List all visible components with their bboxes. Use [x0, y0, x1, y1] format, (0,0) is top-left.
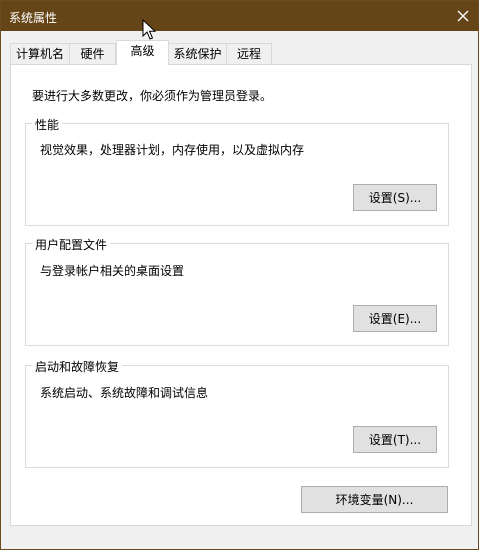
title-bar[interactable]: 系统属性	[1, 1, 478, 31]
user-profiles-group: 用户配置文件 与登录帐户相关的桌面设置 设置(E)...	[25, 236, 449, 346]
tab-system-protection[interactable]: 系统保护	[168, 43, 227, 64]
tab-hardware[interactable]: 硬件	[69, 43, 116, 64]
environment-variables-button[interactable]: 环境变量(N)...	[301, 486, 448, 513]
window-title: 系统属性	[9, 11, 58, 25]
performance-description: 视觉效果，处理器计划，内存使用，以及虚拟内存	[40, 143, 305, 157]
tab-advanced[interactable]: 高级	[116, 40, 169, 65]
startup-recovery-settings-button[interactable]: 设置(T)...	[353, 426, 437, 453]
close-button[interactable]	[448, 1, 478, 31]
user-profiles-description: 与登录帐户相关的桌面设置	[40, 264, 185, 278]
tab-computer-name[interactable]: 计算机名	[10, 43, 70, 64]
tab-strip: 计算机名 硬件 高级 系统保护 远程	[10, 40, 471, 65]
performance-label: 性能	[32, 116, 63, 133]
user-profiles-settings-button[interactable]: 设置(E)...	[353, 305, 437, 332]
advanced-tab-panel: 要进行大多数更改，你必须作为管理员登录。 性能 视觉效果，处理器计划，内存使用，…	[10, 64, 472, 526]
startup-recovery-group: 启动和故障恢复 系统启动、系统故障和调试信息 设置(T)...	[25, 358, 449, 468]
system-properties-window: 系统属性 计算机名 硬件 高级 系统保护 远程 要进行大多数更改，你必须作为管理…	[0, 0, 479, 550]
performance-group: 性能 视觉效果，处理器计划，内存使用，以及虚拟内存 设置(S)...	[25, 116, 449, 226]
tab-remote[interactable]: 远程	[226, 43, 272, 64]
admin-note: 要进行大多数更改，你必须作为管理员登录。	[32, 89, 273, 103]
user-profiles-label: 用户配置文件	[32, 236, 111, 253]
startup-recovery-description: 系统启动、系统故障和调试信息	[40, 386, 209, 400]
close-icon	[457, 10, 469, 22]
mouse-pointer-icon	[142, 19, 156, 40]
startup-recovery-label: 启动和故障恢复	[32, 358, 123, 375]
performance-settings-button[interactable]: 设置(S)...	[353, 184, 437, 211]
